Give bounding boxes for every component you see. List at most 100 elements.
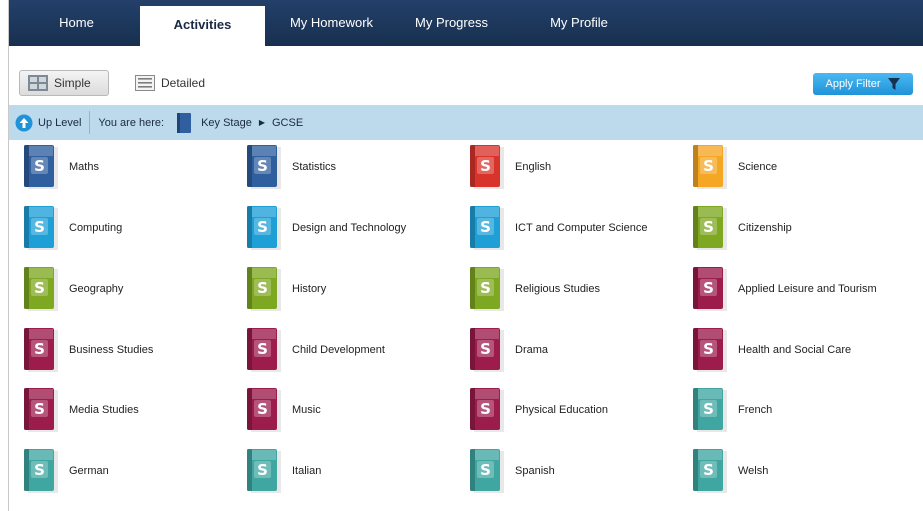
subject-label: Maths [69,161,99,173]
book-letter: S [480,279,491,297]
book-letter: S [34,279,45,297]
tab-home[interactable]: Home [34,0,119,46]
top-navigation: Home Activities My Homework My Progress … [9,0,923,46]
book-letter: S [703,218,714,236]
subject-book-icon: S [693,328,727,372]
subject-item[interactable]: S Religious Studies [469,264,689,314]
breadcrumb-bar: Up Level You are here: Key Stage ▶ GCSE [9,105,923,140]
book-letter: S [703,461,714,479]
up-arrow-icon [15,114,33,131]
book-letter: S [257,218,268,236]
up-level-label: Up Level [38,116,82,129]
subject-item[interactable]: S Statistics [246,142,466,192]
subject-book-icon: S [247,267,281,311]
tab-label: My Homework [289,15,374,30]
detailed-view-label: Detailed [161,76,206,90]
subject-item[interactable]: S Welsh [692,446,912,496]
subject-item[interactable]: S Citizenship [692,203,912,253]
book-letter: S [480,461,491,479]
subject-label: Italian [292,465,322,477]
subject-item[interactable]: S Drama [469,325,689,375]
subject-item[interactable]: S Health and Social Care [692,325,912,375]
subject-book-icon: S [24,449,58,493]
subject-book-icon: S [247,449,281,493]
subject-label: Business Studies [69,344,154,356]
subject-label: History [292,283,327,295]
detailed-view-button[interactable]: Detailed [127,70,217,96]
subject-book-icon: S [24,267,58,311]
tab-my-profile[interactable]: My Profile [529,0,629,46]
subject-book-icon: S [24,145,58,189]
subject-book-icon: S [693,388,727,432]
subject-item[interactable]: S History [246,264,466,314]
subject-book-icon: S [470,449,504,493]
breadcrumb-arrow-icon: ▶ [258,118,265,127]
subject-book-icon: S [24,328,58,372]
subject-item[interactable]: S German [23,446,243,496]
book-letter: S [257,461,268,479]
subject-item[interactable]: S Media Studies [23,385,243,435]
subject-label: Statistics [292,161,337,173]
book-letter: S [480,340,491,358]
breadcrumb-divider [89,111,91,134]
book-letter: S [703,157,714,175]
subject-label: Computing [69,222,123,234]
subject-label: Physical Education [515,404,608,416]
tab-label: Home [59,15,94,30]
subject-item[interactable]: S Geography [23,264,243,314]
subject-label: German [69,465,109,477]
tab-my-progress[interactable]: My Progress [399,0,504,46]
book-letter: S [703,400,714,418]
book-letter: S [34,157,45,175]
left-border [0,0,9,511]
breadcrumb-key-stage[interactable]: Key Stage [201,117,252,129]
book-letter: S [480,400,491,418]
subject-item[interactable]: S French [692,385,912,435]
book-letter: S [480,218,491,236]
up-level-button[interactable]: Up Level [9,105,81,140]
apply-filter-button[interactable]: Apply Filter [813,73,913,95]
book-letter: S [257,279,268,297]
book-letter: S [34,400,45,418]
subject-book-icon: S [693,267,727,311]
tab-label: My Progress [415,15,488,30]
subject-item[interactable]: S Italian [246,446,466,496]
subject-item[interactable]: S Computing [23,203,243,253]
subject-label: Health and Social Care [738,344,852,356]
subject-book-icon: S [247,388,281,432]
subject-book-icon: S [470,388,504,432]
subject-grid: S Maths S Statistics S English S Science S Comput… [9,140,923,511]
subject-book-icon: S [470,145,504,189]
simple-view-label: Simple [54,76,91,90]
subject-item[interactable]: S Business Studies [23,325,243,375]
book-letter: S [34,340,45,358]
book-letter: S [34,218,45,236]
book-letter: S [257,400,268,418]
tab-activities[interactable]: Activities [140,6,265,46]
subject-item[interactable]: S ICT and Computer Science [469,203,689,253]
subject-item[interactable]: S Music [246,385,466,435]
subject-book-icon: S [24,388,58,432]
subject-label: ICT and Computer Science [515,222,648,234]
subject-book-icon: S [24,206,58,250]
breadcrumb-gcse[interactable]: GCSE [272,117,303,129]
tab-my-homework[interactable]: My Homework [274,0,389,46]
subject-label: Design and Technology [292,222,407,234]
subject-label: Spanish [515,465,555,477]
subject-item[interactable]: S Design and Technology [246,203,466,253]
subject-item[interactable]: S Applied Leisure and Tourism [692,264,912,314]
book-letter: S [480,157,491,175]
subject-item[interactable]: S Child Development [246,325,466,375]
simple-view-button[interactable]: Simple [19,70,109,96]
subject-label: English [515,161,552,173]
subject-book-icon: S [247,328,281,372]
tab-label: My Profile [550,15,608,30]
subject-item[interactable]: S Spanish [469,446,689,496]
book-icon [177,112,192,133]
subject-item[interactable]: S Science [692,142,912,192]
subject-book-icon: S [470,267,504,311]
subject-book-icon: S [247,206,281,250]
subject-item[interactable]: S Physical Education [469,385,689,435]
subject-item[interactable]: S English [469,142,689,192]
subject-item[interactable]: S Maths [23,142,243,192]
